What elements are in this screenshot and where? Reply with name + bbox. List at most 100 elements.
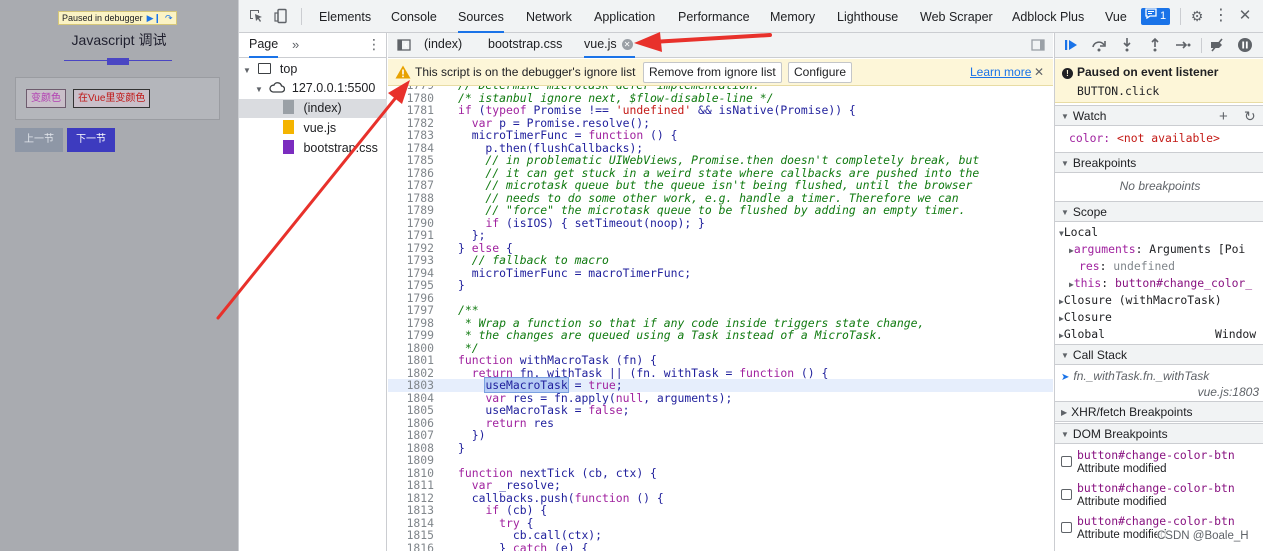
code-line[interactable]: 1796 [388, 291, 1053, 305]
navigator-tab-page[interactable]: Page [249, 33, 279, 58]
dom-breakpoint-checkbox[interactable] [1061, 489, 1072, 500]
code-line[interactable]: 1799 * the changes are queued using a Ta… [388, 329, 1053, 342]
resume-icon[interactable] [1063, 37, 1079, 53]
scope-closure-withmacrotask[interactable]: ▶Closure (withMacroTask) [1055, 292, 1263, 309]
code-line[interactable]: 1806 return res [388, 416, 1053, 430]
scope-var-this[interactable]: ▶this: button#change_color_ [1055, 275, 1263, 292]
code-line[interactable]: 1793 // fallback to macro [388, 254, 1053, 267]
change-color-button[interactable]: 变颜色 [26, 89, 66, 108]
change-color-vue-button[interactable]: 在Vue里变颜色 [73, 89, 151, 108]
line-number[interactable]: 1815 [388, 529, 434, 542]
step-into-icon[interactable] [1119, 37, 1135, 53]
line-number[interactable]: 1813 [388, 504, 434, 517]
tab-network[interactable]: Network [526, 0, 572, 33]
tab-elements[interactable]: Elements [319, 0, 371, 33]
line-number[interactable]: 1793 [388, 254, 434, 267]
dom-breakpoint-checkbox[interactable] [1061, 456, 1072, 467]
line-number[interactable]: 1809 [388, 454, 434, 467]
pause-on-exceptions-icon[interactable] [1237, 37, 1253, 53]
tab-adblock-plus[interactable]: Adblock Plus [1012, 0, 1084, 33]
close-tab-icon[interactable]: ✕ [621, 39, 633, 50]
line-number[interactable]: 1803 [388, 379, 434, 392]
line-number[interactable]: 1816 [388, 541, 434, 551]
code-line[interactable]: 1811 var _resolve; [388, 479, 1053, 492]
dom-breakpoint-item[interactable]: button#change-color-btn Attribute modifi… [1055, 447, 1263, 479]
code-line[interactable]: 1795} [388, 279, 1053, 292]
navigator-more-tabs[interactable]: » [292, 33, 299, 56]
code-view[interactable]: 1779// Determine microtask defer impleme… [388, 86, 1053, 551]
call-stack-section-header[interactable]: ▼ Call Stack [1055, 344, 1263, 365]
navigator-menu-icon[interactable]: ⋮ [367, 33, 381, 56]
watch-section-header[interactable]: ▼ Watch + ↻ [1055, 105, 1263, 126]
code-line[interactable]: 1783 microTimerFunc = function () { [388, 129, 1053, 142]
line-number[interactable]: 1795 [388, 279, 434, 292]
add-watch-icon[interactable]: + [1219, 106, 1228, 127]
code-line[interactable]: 1790 if (isIOS) { setTimeout(noop); } [388, 216, 1053, 230]
code-line[interactable]: 1813 if (cb) { [388, 504, 1053, 517]
call-frame[interactable]: ➤ fn._withTask.fn._withTask [1055, 368, 1263, 385]
prev-section-button[interactable]: 上一节 [15, 128, 63, 152]
close-devtools-icon[interactable]: ✕ [1237, 8, 1253, 24]
line-number[interactable]: 1797 [388, 304, 434, 317]
deactivate-breakpoints-icon[interactable] [1209, 37, 1225, 53]
scope-var-arguments[interactable]: ▶arguments: Arguments [Poi [1055, 241, 1263, 258]
device-toolbar-icon[interactable] [274, 8, 290, 24]
watch-expression[interactable]: color: <not available> [1055, 130, 1263, 147]
dom-breakpoints-section-header[interactable]: ▼ DOM Breakpoints [1055, 423, 1263, 444]
line-number[interactable]: 1787 [388, 179, 434, 192]
line-number[interactable]: 1811 [388, 479, 434, 492]
scope-section-header[interactable]: ▼ Scope [1055, 201, 1263, 222]
next-section-button[interactable]: 下一节 [67, 128, 115, 152]
remove-from-ignore-list-button[interactable]: Remove from ignore list [643, 62, 782, 83]
step-out-icon[interactable] [1147, 37, 1163, 53]
tree-item-vue-js[interactable]: vue.js [239, 119, 387, 138]
line-number[interactable]: 1801 [388, 354, 434, 367]
refresh-watch-icon[interactable]: ↻ [1244, 106, 1256, 127]
code-line[interactable]: 1815 cb.call(ctx); [388, 529, 1053, 542]
line-number[interactable]: 1807 [388, 429, 434, 442]
tab-lighthouse[interactable]: Lighthouse [837, 0, 898, 33]
line-number[interactable]: 1791 [388, 229, 434, 242]
tab-application[interactable]: Application [594, 0, 655, 33]
code-line[interactable]: 1794 microTimerFunc = macroTimerFunc; [388, 266, 1053, 280]
code-line[interactable]: 1807 }) [388, 429, 1053, 442]
call-frame-location[interactable]: vue.js:1803 [1055, 384, 1263, 401]
line-number[interactable]: 1783 [388, 129, 434, 142]
line-number[interactable]: 1781 [388, 104, 434, 117]
code-line[interactable]: 1808} [388, 441, 1053, 455]
configure-button[interactable]: Configure [788, 62, 853, 83]
editor-tab-bootstrap-css[interactable]: bootstrap.css [488, 33, 562, 58]
line-number[interactable]: 1799 [388, 329, 434, 342]
scope-var-res[interactable]: res: undefined [1055, 258, 1263, 275]
tab-sources[interactable]: Sources [458, 0, 504, 33]
step-icon[interactable] [1175, 37, 1191, 53]
tree-item-bootstrap-css[interactable]: bootstrap.css [239, 139, 387, 158]
dom-breakpoint-checkbox[interactable] [1061, 522, 1072, 533]
tab-console[interactable]: Console [391, 0, 437, 33]
scope-local[interactable]: ▼Local [1055, 224, 1263, 241]
line-number[interactable]: 1785 [388, 154, 434, 167]
editor-tab-index[interactable]: (index) [424, 33, 462, 58]
more-options-icon[interactable]: ⋮ [1213, 8, 1229, 24]
code-line[interactable]: 1816 } catch (e) { [388, 541, 1053, 551]
step-over-icon[interactable] [1091, 37, 1107, 53]
learn-more-link[interactable]: Learn more [970, 59, 1031, 86]
close-infobar-icon[interactable]: ✕ [1034, 59, 1044, 86]
xhr-breakpoints-section-header[interactable]: ▶ XHR/fetch Breakpoints [1055, 401, 1263, 422]
resume-icon[interactable]: ▶❙ [147, 12, 161, 24]
settings-gear-icon[interactable]: ⚙ [1189, 8, 1205, 24]
line-number[interactable]: 1789 [388, 204, 434, 217]
toggle-navigator-icon[interactable] [396, 37, 412, 53]
scope-global[interactable]: ▶Global Window [1055, 326, 1263, 343]
scope-closure[interactable]: ▶Closure [1055, 309, 1263, 326]
breakpoints-section-header[interactable]: ▼ Breakpoints [1055, 152, 1263, 173]
line-number[interactable]: 1805 [388, 404, 434, 417]
step-over-icon[interactable]: ↷ [165, 12, 173, 24]
tab-performance[interactable]: Performance [678, 0, 750, 33]
messages-badge[interactable]: 1 [1141, 8, 1171, 25]
tree-item-top[interactable]: ▼ top [239, 60, 387, 79]
tab-web-scraper[interactable]: Web Scraper [920, 0, 993, 33]
dom-breakpoint-item[interactable]: button#change-color-btn Attribute modifi… [1055, 480, 1263, 512]
editor-tab-vue-js[interactable]: vue.js ✕ [584, 33, 635, 58]
tab-vue[interactable]: Vue [1105, 0, 1127, 33]
